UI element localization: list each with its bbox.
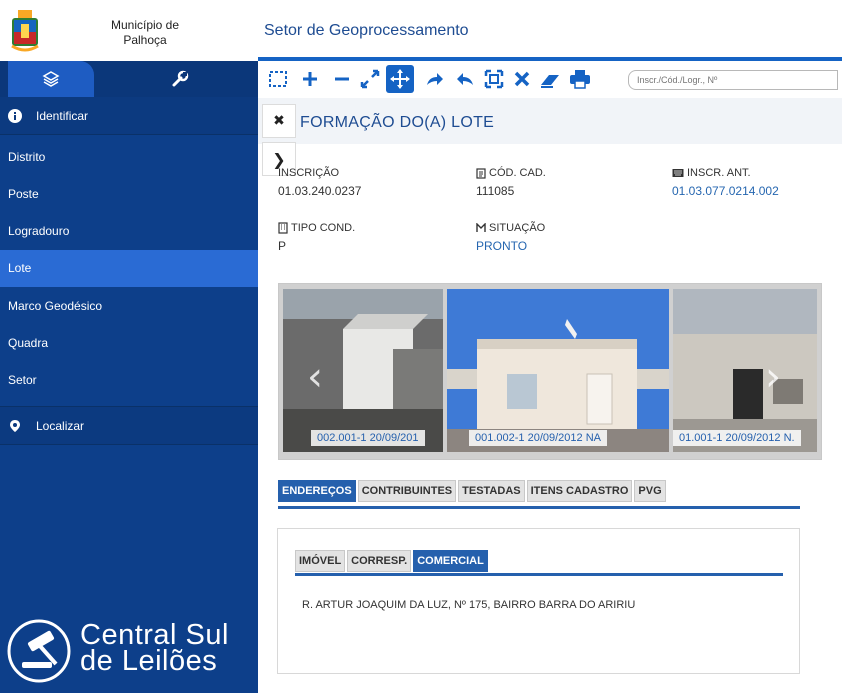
status-icon xyxy=(476,223,486,232)
sidebar-item-label: Marco Geodésico xyxy=(8,298,103,313)
sidebar-item-logradouro[interactable]: Logradouro xyxy=(0,212,258,250)
identify-label: Identificar xyxy=(36,108,89,123)
inscricao-label: INSCRIÇÃO xyxy=(278,167,340,179)
photo-2-caption: 001.002-1 20/09/2012 NA xyxy=(469,430,607,446)
address-subtabs: IMÓVEL CORRESP. COMERCIAL xyxy=(295,550,490,572)
locate-label: Localizar xyxy=(36,418,85,433)
inscr-ant-value: 01.03.077.0214.002 xyxy=(672,184,779,198)
carousel-prev-icon[interactable]: ‹ xyxy=(307,354,323,400)
building-icon xyxy=(278,222,288,234)
sidebar-item-distrito[interactable]: Distrito xyxy=(0,138,258,175)
tab-1[interactable]: ENDEREÇOS xyxy=(278,480,356,502)
tab-4[interactable]: ITENS CADASTRO xyxy=(526,480,633,502)
field-situacao: SITUAÇÃO PRONTO xyxy=(476,222,545,253)
watermark-line2: de Leilões xyxy=(80,645,218,677)
situacao-label: SITUAÇÃO xyxy=(489,222,546,234)
chevron-right-icon: ❯ xyxy=(272,149,286,169)
subtabs-underline xyxy=(295,573,783,576)
select-box-icon[interactable] xyxy=(266,67,290,91)
map-pin-icon xyxy=(10,419,20,432)
municipality-line1: Município de xyxy=(110,18,180,32)
close-icon: ✖ xyxy=(273,113,285,129)
photo-2[interactable]: 001.002-1 20/09/2012 NA xyxy=(447,289,669,452)
zoom-extent-icon[interactable] xyxy=(482,67,506,91)
tab-3[interactable]: TESTADAS xyxy=(458,480,525,502)
gavel-logo-icon xyxy=(7,619,71,683)
subtab-2[interactable]: CORRESP. xyxy=(347,550,412,572)
sidebar-item-label: Distrito xyxy=(8,149,46,164)
inscr-ant-label: INSCR. ANT. xyxy=(687,167,751,179)
close-panel-button[interactable]: ✖ xyxy=(262,104,296,138)
photo-1-caption: 002.001-1 20/09/201 xyxy=(311,430,425,446)
municipality-name: Município de Palhoça xyxy=(90,18,200,48)
full-extent-icon[interactable] xyxy=(358,67,382,91)
subtab-1[interactable]: IMÓVEL xyxy=(295,550,346,572)
sidebar-item-label: Setor xyxy=(8,373,37,388)
print-icon[interactable] xyxy=(568,67,592,91)
municipality-line2: Palhoça xyxy=(123,33,167,47)
map-toolbar xyxy=(258,61,842,97)
locate-header[interactable]: Localizar xyxy=(0,406,258,445)
app-title: Setor de Geoprocessamento xyxy=(264,22,469,39)
carousel-next-icon[interactable]: › xyxy=(765,354,781,400)
watermark-logo: Central Sul de Leilões xyxy=(6,618,256,684)
sidebar-item-quadra[interactable]: Quadra xyxy=(0,324,258,362)
layers-icon xyxy=(42,71,60,87)
info-icon xyxy=(8,108,22,123)
keyboard-icon xyxy=(672,169,684,177)
sidebar-tabs xyxy=(0,61,258,97)
sidebar-item-label: Quadra xyxy=(8,336,49,350)
panel-title: FORMAÇÃO DO(A) LOTE xyxy=(300,114,495,131)
cod-cad-label: CÓD. CAD. xyxy=(489,167,546,179)
address-text: R. ARTUR JOAQUIM DA LUZ, Nº 175, BAIRRO … xyxy=(302,599,636,611)
photo-3-caption: 01.001-1 20/09/2012 N. xyxy=(673,430,801,446)
pan-icon[interactable] xyxy=(386,65,414,93)
photo-3[interactable]: 01.001-1 20/09/2012 N. xyxy=(673,289,817,452)
tab-5[interactable]: PVG xyxy=(634,480,666,502)
identify-header[interactable]: Identificar xyxy=(0,97,258,135)
eraser-icon[interactable] xyxy=(538,67,562,91)
back-icon[interactable] xyxy=(454,67,478,91)
sidebar-item-lote[interactable]: Lote xyxy=(0,249,258,287)
municipal-crest-icon xyxy=(11,10,39,52)
zoom-in-icon[interactable] xyxy=(298,67,322,91)
logo-area: Município de Palhoça xyxy=(0,0,258,61)
tipo-cond-label: TIPO COND. xyxy=(291,222,356,234)
detail-tabs: ENDEREÇOS CONTRIBUINTES TESTADAS ITENS CADA… xyxy=(278,480,668,502)
sidebar-item-poste[interactable]: Poste xyxy=(0,175,258,213)
sidebar: Município de Palhoça Identificar Distrit… xyxy=(0,0,258,693)
zoom-out-icon[interactable] xyxy=(330,67,354,91)
field-inscricao: INSCRIÇÃO 01.03.240.0237 xyxy=(278,167,361,198)
field-inscr-ant: INSCR. ANT. 01.03.077.0214.002 xyxy=(672,167,779,198)
document-icon xyxy=(476,167,486,179)
panel-header: FORMAÇÃO DO(A) LOTE xyxy=(258,98,842,144)
sidebar-item-label: Logradouro xyxy=(8,224,70,239)
field-cod-cad: CÓD. CAD. 111085 xyxy=(476,167,546,198)
forward-icon[interactable] xyxy=(422,67,446,91)
situacao-value: PRONTO xyxy=(476,239,528,253)
tab-tools[interactable] xyxy=(110,61,250,97)
sidebar-item-marco-geod-sico[interactable]: Marco Geodésico xyxy=(0,287,258,325)
sidebar-item-setor[interactable]: Setor xyxy=(0,361,258,399)
sidebar-item-label: Poste xyxy=(8,186,39,201)
subtab-3[interactable]: COMERCIAL xyxy=(413,550,488,572)
wrench-icon xyxy=(172,70,189,87)
photo-carousel: 002.001-1 20/09/201 001.002-1 20/09/2012… xyxy=(278,283,822,460)
cod-cad-value: 111085 xyxy=(476,184,515,198)
tab-2[interactable]: CONTRIBUINTES xyxy=(357,480,457,502)
sidebar-item-label: Lote xyxy=(8,261,32,276)
clear-icon[interactable] xyxy=(510,67,534,91)
tipo-cond-value: P xyxy=(278,239,287,253)
tab-layers[interactable] xyxy=(8,61,94,97)
tabs-underline xyxy=(278,506,800,509)
field-tipo-cond: TIPO COND. P xyxy=(278,222,355,253)
inscricao-value: 01.03.240.0237 xyxy=(278,184,362,198)
search-input[interactable] xyxy=(628,70,838,90)
